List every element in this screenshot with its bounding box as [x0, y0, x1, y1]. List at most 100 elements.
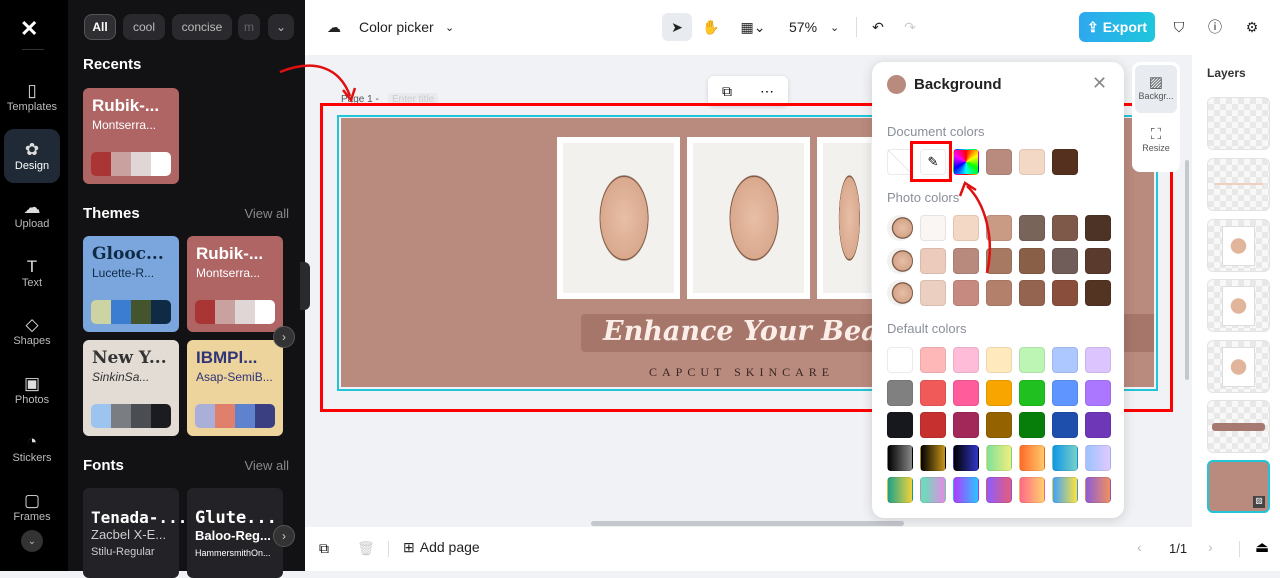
rail-item-upload[interactable]: ☁ Upload [4, 187, 60, 241]
default-color-swatch[interactable] [920, 347, 946, 373]
default-color-swatch[interactable] [1019, 412, 1045, 438]
default-color-swatch[interactable] [887, 379, 913, 406]
chip-more[interactable]: m [238, 14, 260, 40]
cloud-save-icon[interactable]: ☁ [323, 13, 345, 41]
capcut-logo[interactable]: ✕ [20, 16, 38, 42]
default-color-swatch[interactable] [986, 477, 1012, 503]
more-tools-button[interactable]: ⌄ [21, 530, 43, 552]
default-color-swatch[interactable] [887, 347, 913, 373]
replace-image-icon[interactable]: ⧉ [722, 83, 732, 100]
rail-item-templates[interactable]: ▯ Templates [4, 70, 60, 124]
layout-icon[interactable]: ▦⌄ [737, 13, 769, 41]
more-options-icon[interactable]: ⋯ [760, 83, 774, 100]
default-color-swatch[interactable] [1052, 444, 1078, 471]
default-color-swatch[interactable] [986, 444, 1012, 471]
default-color-swatch[interactable] [986, 379, 1012, 406]
default-color-swatch[interactable] [1085, 412, 1111, 438]
default-color-swatch[interactable] [920, 379, 946, 406]
rail-item-text[interactable]: T Text [4, 246, 60, 300]
default-color-swatch[interactable] [1085, 379, 1111, 406]
default-color-swatch[interactable] [1085, 347, 1111, 373]
default-color-swatch[interactable] [1052, 477, 1078, 503]
layer-thumbnail[interactable] [1207, 97, 1270, 150]
duplicate-page-icon[interactable]: ⧉ [319, 540, 329, 557]
document-color-swatch[interactable] [986, 149, 1012, 175]
settings-icon[interactable]: ⚙ [1242, 13, 1262, 41]
title-dropdown-icon[interactable]: ⌄ [445, 13, 454, 41]
tab-background[interactable]: ▨ Backgr... [1135, 65, 1177, 113]
rail-item-frames[interactable]: ▢ Frames [4, 480, 60, 534]
rail-item-stickers[interactable]: ◔ Stickers [4, 421, 60, 475]
default-color-swatch[interactable] [887, 444, 913, 471]
photo-color-swatch[interactable] [920, 247, 946, 274]
export-button[interactable]: ⇪ Export [1079, 12, 1155, 42]
default-color-swatch[interactable] [1052, 379, 1078, 406]
vertical-scrollbar[interactable] [1185, 160, 1189, 380]
layer-thumbnail[interactable] [1207, 158, 1270, 211]
default-color-swatch[interactable] [1019, 379, 1045, 406]
default-color-swatch[interactable] [1052, 347, 1078, 373]
default-color-swatch[interactable] [1085, 477, 1111, 503]
layer-thumbnail[interactable] [1207, 340, 1270, 393]
font-card[interactable]: Tenada-... Zacbel X-E... Stilu-Regular [83, 488, 187, 578]
fonts-next-button[interactable]: › [273, 525, 295, 547]
layer-thumbnail[interactable] [1207, 219, 1270, 272]
default-color-swatch[interactable] [1019, 444, 1045, 471]
default-color-swatch[interactable] [953, 477, 979, 503]
redo-icon[interactable]: ↷ [900, 13, 920, 41]
document-color-swatch[interactable] [1019, 149, 1045, 175]
undo-icon[interactable]: ↶ [868, 13, 888, 41]
photo-color-swatch[interactable] [1019, 280, 1045, 306]
photo-color-swatch[interactable] [1085, 215, 1111, 241]
help-icon[interactable]: ⓘ [1205, 13, 1225, 41]
prev-page-icon[interactable]: ‹ [1137, 539, 1142, 555]
font-card[interactable]: Glute... Baloo-Reg... HammersmithOn... [187, 488, 283, 578]
default-color-swatch[interactable] [920, 412, 946, 438]
photo-color-swatch[interactable] [1052, 247, 1078, 274]
select-tool-icon[interactable]: ➤ [662, 13, 692, 41]
theme-card[interactable]: New Y... SinkinSa... [83, 340, 179, 436]
photo-color-swatch[interactable] [920, 215, 946, 241]
photo-thumbnail[interactable] [887, 247, 913, 274]
default-color-swatch[interactable] [1019, 347, 1045, 373]
chips-expand-button[interactable]: ⌄ [268, 14, 294, 40]
chip-concise[interactable]: concise [172, 14, 232, 40]
photo-color-swatch[interactable] [953, 280, 979, 306]
default-color-swatch[interactable] [1085, 444, 1111, 471]
default-color-swatch[interactable] [986, 412, 1012, 438]
photo-thumbnail[interactable] [887, 280, 913, 306]
default-color-swatch[interactable] [953, 412, 979, 438]
default-color-swatch[interactable] [953, 379, 979, 406]
hand-tool-icon[interactable]: ✋ [700, 13, 722, 41]
photo-thumbnail[interactable] [887, 215, 913, 241]
themes-view-all-link[interactable]: View all [244, 206, 289, 221]
photo-color-swatch[interactable] [1019, 215, 1045, 241]
chip-all[interactable]: All [84, 14, 116, 40]
delete-page-icon[interactable]: 🗑 [357, 540, 375, 557]
photo-color-swatch[interactable] [1052, 280, 1078, 306]
zoom-level[interactable]: 57% [789, 13, 817, 41]
photo-color-swatch[interactable] [1052, 215, 1078, 241]
theme-card[interactable]: Rubik-... Montserra... [187, 236, 283, 332]
default-color-swatch[interactable] [920, 444, 946, 471]
shield-icon[interactable]: ⛉ [1169, 13, 1189, 41]
default-color-swatch[interactable] [986, 347, 1012, 373]
themes-next-button[interactable]: › [273, 326, 295, 348]
photo-color-swatch[interactable] [986, 280, 1012, 306]
next-page-icon[interactable]: › [1208, 539, 1213, 555]
close-icon[interactable]: ✕ [1092, 73, 1107, 94]
tab-resize[interactable]: ⛶ Resize [1135, 120, 1177, 168]
horizontal-scrollbar[interactable] [591, 521, 904, 526]
default-color-swatch[interactable] [887, 477, 913, 503]
default-color-swatch[interactable] [1019, 477, 1045, 503]
rail-item-photos[interactable]: ▣ Photos [4, 363, 60, 417]
layer-thumbnail[interactable] [1207, 400, 1270, 453]
collapse-panel-handle[interactable] [300, 262, 310, 310]
photo-color-swatch[interactable] [920, 280, 946, 306]
fonts-view-all-link[interactable]: View all [244, 458, 289, 473]
default-color-swatch[interactable] [1052, 412, 1078, 438]
chip-cool[interactable]: cool [123, 14, 165, 40]
theme-card[interactable]: Glooc... Lucette-R... [83, 236, 179, 332]
default-color-swatch[interactable] [887, 412, 913, 438]
color-wheel-swatch[interactable] [953, 149, 979, 175]
